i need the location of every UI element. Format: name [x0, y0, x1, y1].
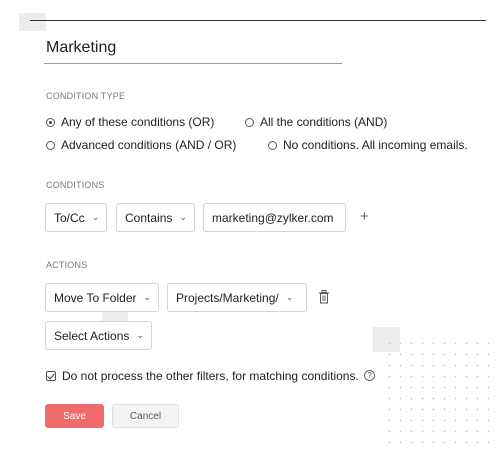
stop-processing-checkbox[interactable]: Do not process the other filters, for ma…: [46, 369, 359, 383]
radio-all-conditions[interactable]: All the conditions (AND): [245, 115, 387, 129]
radio-any-conditions[interactable]: Any of these conditions (OR): [46, 115, 214, 129]
checkbox-label: Do not process the other filters, for ma…: [62, 369, 359, 383]
radio-checked-icon: [46, 117, 55, 127]
radio-unchecked-icon: [245, 117, 254, 127]
radio-label: All the conditions (AND): [260, 115, 388, 129]
conditions-label: CONDITIONS: [46, 180, 105, 190]
condition-field-select[interactable]: To/Cc ⌄: [45, 203, 107, 232]
trash-icon[interactable]: [318, 290, 330, 304]
radio-label: Any of these conditions (OR): [61, 115, 215, 129]
chevron-down-icon: ⌄: [143, 292, 152, 302]
filter-name-input[interactable]: [44, 36, 342, 64]
radio-label: No conditions. All incoming emails.: [283, 138, 468, 152]
decorative-square: [19, 13, 46, 31]
select-value: Contains: [125, 210, 173, 225]
cancel-button[interactable]: Cancel: [112, 404, 179, 428]
save-button[interactable]: Save: [45, 404, 104, 428]
radio-unchecked-icon: [46, 140, 55, 150]
chevron-down-icon: ⌄: [285, 292, 294, 302]
decorative-dot-grid: [384, 338, 494, 448]
radio-no-conditions[interactable]: No conditions. All incoming emails.: [268, 138, 468, 152]
select-value: Move To Folder: [54, 290, 137, 305]
select-value: Projects/Marketing/: [176, 290, 279, 305]
actions-label: ACTIONS: [46, 260, 88, 270]
chevron-down-icon: ⌄: [136, 330, 144, 340]
top-divider: [30, 20, 486, 21]
radio-advanced-conditions[interactable]: Advanced conditions (AND / OR): [46, 138, 236, 152]
radio-label: Advanced conditions (AND / OR): [61, 138, 237, 152]
select-placeholder: Select Actions: [54, 328, 130, 343]
help-icon[interactable]: ?: [364, 370, 375, 381]
chevron-down-icon: ⌄: [91, 212, 100, 222]
select-actions-dropdown[interactable]: Select Actions ⌄: [45, 321, 152, 350]
condition-type-label: CONDITION TYPE: [46, 91, 126, 101]
chevron-down-icon: ⌄: [179, 212, 187, 222]
condition-operator-select[interactable]: Contains ⌄: [116, 203, 195, 232]
radio-unchecked-icon: [268, 140, 277, 150]
condition-value-input[interactable]: [203, 203, 346, 232]
select-value: To/Cc: [54, 210, 85, 225]
checkbox-checked-icon: [46, 371, 56, 381]
action-type-select[interactable]: Move To Folder ⌄: [45, 283, 159, 312]
action-folder-select[interactable]: Projects/Marketing/ ⌄: [167, 283, 307, 312]
plus-icon[interactable]: +: [360, 208, 369, 225]
filter-name-wrapper: [44, 36, 342, 64]
